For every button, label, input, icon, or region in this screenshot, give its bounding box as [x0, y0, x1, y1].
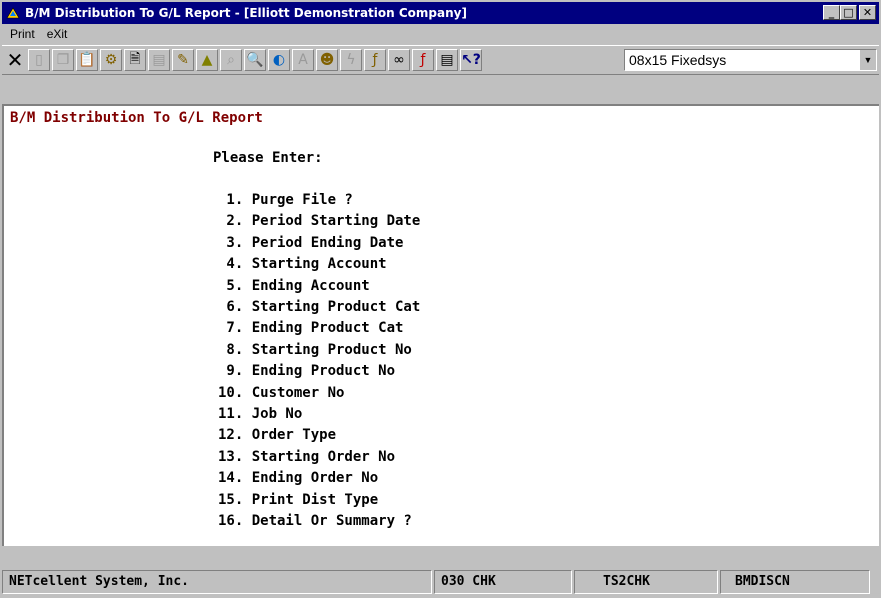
prompt-item: 4. Starting Account [218, 256, 387, 273]
properties-icon[interactable]: 🗎 [124, 49, 146, 71]
prompt-item: 15. Print Dist Type [218, 491, 379, 508]
edit-document-icon[interactable]: ✎ [172, 49, 194, 71]
app-icon [6, 7, 20, 19]
menu-bar: Print eXit [2, 25, 879, 43]
prompt-item: 8. Starting Product No [218, 341, 412, 358]
message-line [2, 546, 879, 566]
status-bar: NETcellent System, Inc. 030 CHK TS2CHK B… [2, 568, 879, 596]
report-title: B/M Distribution To G/L Report [10, 110, 263, 126]
blank-page-icon[interactable]: ▯ [28, 49, 50, 71]
font-icon[interactable]: A [292, 49, 314, 71]
user-icon[interactable]: ☻ [316, 49, 338, 71]
window-controls: _ □ ✕ [823, 5, 876, 20]
settings-icon[interactable]: ⚙ [100, 49, 122, 71]
status-program: BMDISCN [720, 570, 870, 594]
prompt-item: 7. Ending Product Cat [218, 320, 404, 337]
prompt-item: 14. Ending Order No [218, 470, 379, 487]
zoom-icon[interactable]: 🔍 [244, 49, 266, 71]
font-select-value: 08x15 Fixedsys [629, 52, 727, 68]
prompt-item: 11. Job No [218, 406, 303, 423]
maximize-button[interactable]: □ [840, 5, 857, 20]
function-icon[interactable]: ƒ [364, 49, 386, 71]
lightning-icon[interactable]: ϟ [340, 49, 362, 71]
help-pointer-icon[interactable]: ↖? [460, 49, 482, 71]
minimize-button[interactable]: _ [823, 5, 840, 20]
prompt-item: 10. Customer No [218, 384, 345, 401]
chevron-down-icon[interactable]: ▼ [859, 50, 876, 70]
prompt-item: 6. Starting Product Cat [218, 299, 421, 316]
prompt-item: 12. Order Type [218, 427, 337, 444]
find-icon[interactable]: ⌕ [220, 49, 242, 71]
cancel-icon[interactable]: ✕ [4, 48, 26, 72]
warning-icon[interactable]: ▲ [196, 49, 218, 71]
prompt-item: 2. Period Starting Date [218, 213, 421, 230]
copy-icon[interactable]: ❐ [52, 49, 74, 71]
formula-icon[interactable]: ƒ [412, 49, 434, 71]
status-code: 030 CHK [434, 570, 572, 594]
prompt-item: 9. Ending Product No [218, 363, 396, 380]
notes-icon[interactable]: ▤ [148, 49, 170, 71]
link-icon[interactable]: ∞ [388, 49, 410, 71]
title-bar[interactable]: B/M Distribution To G/L Report - [Elliot… [2, 2, 879, 24]
toolbar: ✕ ▯ ❐ 📋 ⚙ 🗎 ▤ ✎ ▲ ⌕ 🔍 ◐ A ☻ ϟ ƒ ∞ ƒ ▤ ↖?… [2, 45, 879, 75]
prompt-item: 13. Starting Order No [218, 448, 396, 465]
terminal-screen[interactable]: B/M Distribution To G/L Report Please En… [2, 104, 879, 546]
app-window: B/M Distribution To G/L Report - [Elliot… [0, 0, 881, 598]
prompt-list: 1. Purge File ? 2. Period Starting Date … [218, 190, 420, 533]
status-company: NETcellent System, Inc. [2, 570, 432, 594]
font-select[interactable]: 08x15 Fixedsys ▼ [624, 49, 877, 71]
prompt-item: 16. Detail Or Summary ? [218, 513, 412, 530]
please-enter-label: Please Enter: [213, 150, 323, 166]
prompt-item: 1. Purge File ? [218, 192, 353, 208]
color-icon[interactable]: ◐ [268, 49, 290, 71]
status-terminal: TS2CHK [574, 570, 718, 594]
menu-exit[interactable]: eXit [47, 27, 68, 41]
menu-print[interactable]: Print [10, 27, 35, 41]
window-title: B/M Distribution To G/L Report - [Elliot… [25, 6, 467, 20]
close-button[interactable]: ✕ [859, 5, 876, 20]
prompt-item: 5. Ending Account [218, 277, 370, 294]
paste-icon[interactable]: 📋 [76, 49, 98, 71]
memo-icon[interactable]: ▤ [436, 49, 458, 71]
prompt-item: 3. Period Ending Date [218, 234, 404, 251]
